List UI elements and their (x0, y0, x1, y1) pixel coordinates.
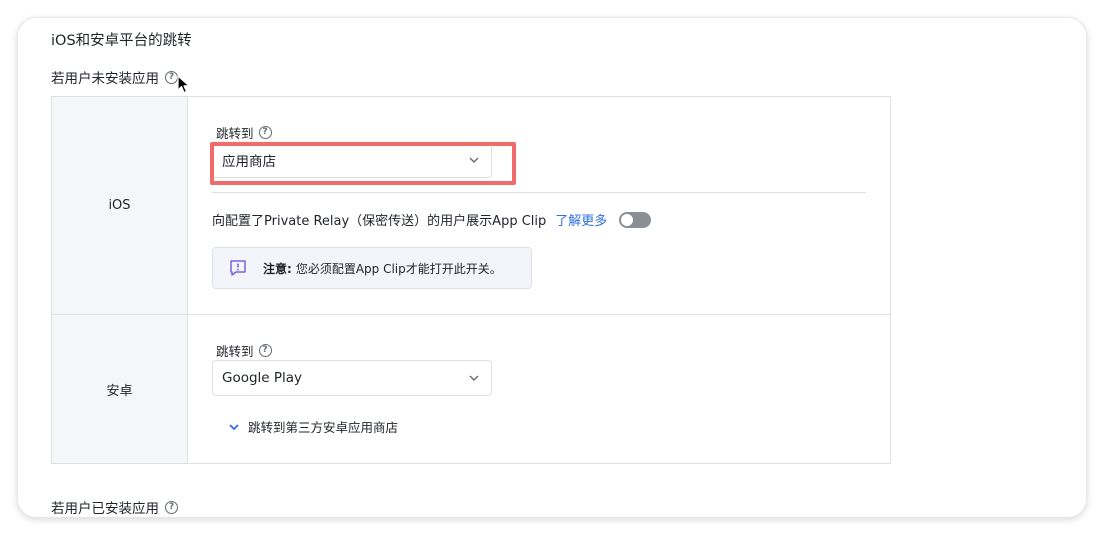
help-icon[interactable]: ? (258, 126, 272, 139)
highlight-box (210, 142, 516, 185)
ios-jump-label: 跳转到 (216, 126, 254, 141)
help-icon[interactable]: ? (258, 344, 272, 357)
chevron-down-icon (469, 375, 479, 381)
android-jump-label: 跳转到 (216, 344, 254, 359)
help-icon[interactable]: ? (165, 500, 178, 514)
android-jump-select[interactable]: Google Play (212, 360, 492, 396)
ios-jump-label-group: 跳转到 ? (216, 123, 272, 142)
installed-heading: 若用户已安装应用 ? (51, 497, 178, 517)
android-jump-label-group: 跳转到 ? (216, 341, 272, 360)
notice-text: 您必须配置App Clip才能打开此开关。 (295, 261, 502, 276)
toggle-knob (621, 213, 634, 226)
settings-card: iOS和安卓平台的跳转 若用户未安装应用 ? iOS 跳转到 ? 应用商店 向配… (18, 18, 1086, 517)
chevron-down-icon (229, 423, 239, 430)
section-title: iOS和安卓平台的跳转 (51, 33, 192, 49)
third-party-store-label: 跳转到第三方安卓应用商店 (248, 420, 399, 435)
installed-label: 若用户已安装应用 (51, 501, 159, 517)
app-clip-notice: 注意: 您必须配置App Clip才能打开此开关。 (212, 247, 532, 289)
ios-platform-label: iOS (52, 97, 188, 314)
platform-redirect-table: iOS 跳转到 ? 应用商店 向配置了Private Relay（保密传送）的用… (51, 96, 891, 464)
ios-divider (212, 192, 866, 193)
learn-more-link[interactable]: 了解更多 (555, 210, 607, 229)
not-installed-heading: 若用户未安装应用 ? (51, 67, 178, 87)
android-jump-value: Google Play (222, 370, 303, 386)
android-row: 安卓 跳转到 ? Google Play 跳转到第三方安卓应用商店 (52, 315, 890, 463)
not-installed-label: 若用户未安装应用 (51, 71, 159, 87)
private-relay-row: 向配置了Private Relay（保密传送）的用户展示App Clip 了解更… (212, 210, 652, 229)
android-platform-label: 安卓 (52, 315, 188, 463)
ios-row: iOS 跳转到 ? 应用商店 向配置了Private Relay（保密传送）的用… (52, 97, 890, 315)
private-relay-text: 向配置了Private Relay（保密传送）的用户展示App Clip (212, 214, 547, 229)
notice-bold-label: 注意: (263, 261, 292, 276)
message-alert-icon (230, 260, 246, 276)
mouse-cursor-icon (177, 75, 190, 94)
private-relay-toggle[interactable] (619, 211, 652, 228)
third-party-store-expander[interactable]: 跳转到第三方安卓应用商店 (228, 417, 398, 436)
